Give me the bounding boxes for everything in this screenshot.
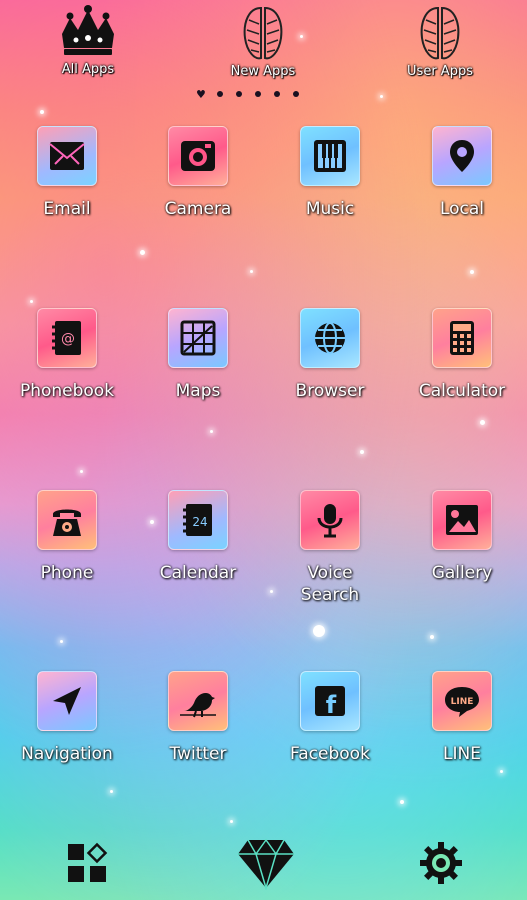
app-voice-search[interactable]: Voice Search (264, 490, 396, 606)
app-label: Facebook (290, 744, 370, 764)
app-tile (432, 490, 492, 550)
heart-icon: ♥ (196, 87, 206, 101)
app-label: Navigation (21, 744, 113, 764)
app-label: Local (439, 199, 485, 219)
app-tile (37, 126, 97, 186)
calendar-date-badge: 24 (192, 515, 207, 529)
svg-text:LINE: LINE (451, 697, 474, 707)
app-maps[interactable]: Maps (132, 308, 264, 402)
all-apps-label: All Apps (61, 62, 115, 77)
app-gallery[interactable]: Gallery (396, 490, 527, 584)
app-tile (300, 126, 360, 186)
user-apps-button[interactable]: User Apps (380, 4, 500, 79)
page-dot (216, 91, 223, 97)
app-tile: @ (37, 308, 97, 368)
page-dot (254, 91, 261, 97)
top-shelf: All Apps New Apps User Apps (0, 0, 527, 90)
app-twitter[interactable]: Twitter (132, 671, 264, 765)
map-pin-icon (450, 140, 474, 172)
app-tile: f (300, 671, 360, 731)
crown-icon (62, 5, 114, 55)
app-label: Twitter (169, 744, 227, 764)
globe-icon (315, 322, 345, 354)
page-dot (292, 91, 299, 97)
angel-wings-icon (420, 6, 460, 60)
telephone-icon (53, 509, 81, 536)
new-apps-label: New Apps (230, 64, 296, 79)
app-label: Gallery (431, 563, 493, 583)
app-label: LINE (443, 744, 481, 764)
app-local[interactable]: Local (396, 126, 527, 220)
navigation-arrow-icon (53, 687, 81, 715)
app-label: Browser (295, 381, 365, 401)
app-phonebook[interactable]: @ Phonebook (1, 308, 133, 402)
user-apps-label: User Apps (407, 64, 473, 79)
camera-icon (181, 141, 215, 171)
app-email[interactable]: Email (1, 126, 133, 220)
app-label: Calculator (418, 381, 506, 401)
app-tile: LINE (432, 671, 492, 731)
app-drawer-button[interactable] (66, 838, 110, 890)
all-apps-button[interactable]: All Apps (28, 4, 148, 77)
app-label: Phonebook (19, 381, 115, 401)
app-tile (432, 308, 492, 368)
settings-button[interactable] (418, 840, 464, 890)
map-grid-icon (180, 320, 216, 356)
page-dot (273, 91, 280, 97)
app-tile (300, 308, 360, 368)
angel-wings-icon (243, 6, 283, 60)
new-apps-button[interactable]: New Apps (203, 4, 323, 79)
picture-icon (446, 505, 478, 535)
app-label: Camera (164, 199, 232, 219)
app-label: Maps (175, 381, 221, 401)
app-tile (432, 126, 492, 186)
app-calculator[interactable]: Calculator (396, 308, 527, 402)
diamond-icon (238, 838, 294, 891)
page-dot (235, 91, 242, 97)
calendar-icon: 24 (183, 504, 212, 536)
svg-text:f: f (326, 691, 337, 719)
app-label: Phone (40, 563, 94, 583)
app-label-line2: Search (300, 585, 360, 605)
app-tile (37, 671, 97, 731)
app-tile (37, 490, 97, 550)
app-facebook[interactable]: f Facebook (264, 671, 396, 765)
address-book-icon: @ (52, 321, 81, 355)
app-tile (168, 126, 228, 186)
app-tile (168, 308, 228, 368)
app-browser[interactable]: Browser (264, 308, 396, 402)
app-label: Music (305, 199, 355, 219)
app-tile (168, 671, 228, 731)
svg-text:@: @ (61, 331, 75, 347)
microphone-icon (317, 504, 343, 538)
app-label-line1: Voice (307, 563, 353, 583)
app-calendar[interactable]: 24 Calendar (132, 490, 264, 584)
app-line[interactable]: LINE LINE (396, 671, 527, 765)
gear-icon (420, 842, 462, 884)
theme-diamond-button[interactable] (236, 836, 296, 894)
envelope-icon (49, 142, 85, 170)
app-tile (300, 490, 360, 550)
line-bubble-icon: LINE (445, 687, 479, 717)
app-label: Calendar (159, 563, 237, 583)
app-label: Email (43, 199, 91, 219)
bird-icon (180, 693, 216, 718)
page-indicator[interactable]: ♥ (196, 88, 299, 100)
app-camera[interactable]: Camera (132, 126, 264, 220)
widgets-grid-icon (68, 842, 108, 882)
app-music[interactable]: Music (264, 126, 396, 220)
app-tile: 24 (168, 490, 228, 550)
facebook-icon: f (315, 686, 345, 719)
app-phone[interactable]: Phone (1, 490, 133, 584)
piano-keys-icon (314, 140, 346, 172)
calculator-icon (450, 321, 474, 355)
app-navigation[interactable]: Navigation (1, 671, 133, 765)
